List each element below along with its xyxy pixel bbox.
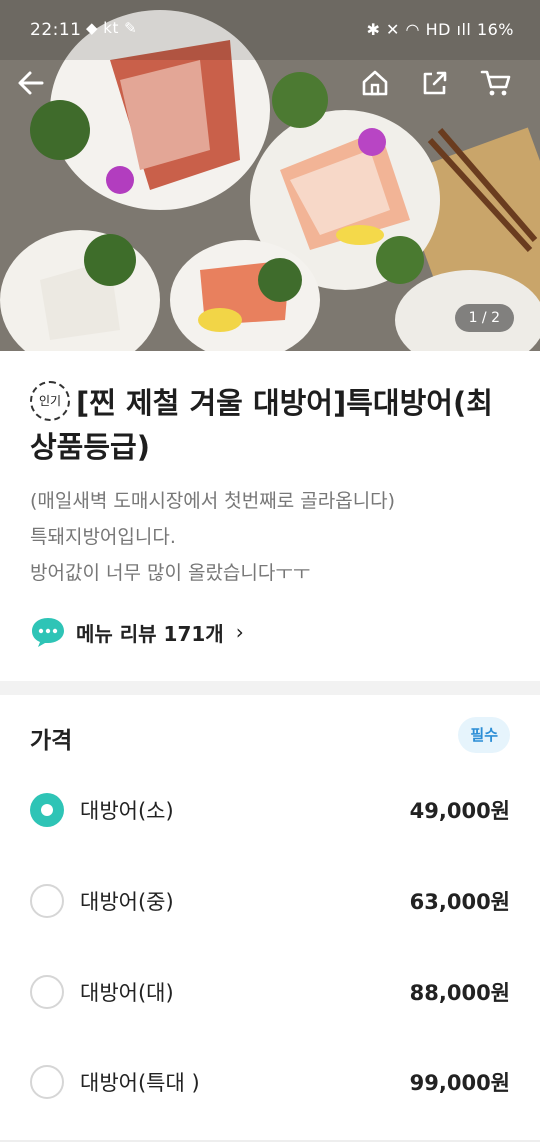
bottom-divider bbox=[0, 1140, 540, 1142]
chat-bubble-icon bbox=[32, 618, 64, 647]
back-arrow-icon bbox=[18, 71, 44, 95]
cart-icon bbox=[480, 70, 511, 96]
price-option-extra-large[interactable]: 대방어(특대 ) 99,000원 bbox=[30, 1057, 510, 1107]
price-option-medium[interactable]: 대방어(중) 63,000원 bbox=[30, 876, 510, 926]
radio-unselected-icon[interactable] bbox=[30, 884, 64, 918]
price-option-large[interactable]: 대방어(대) 88,000원 bbox=[30, 967, 510, 1017]
share-button[interactable] bbox=[420, 68, 464, 112]
menu-review-label: 메뉴 리뷰 171개 bbox=[76, 621, 224, 646]
price-title: 가격 bbox=[30, 728, 73, 754]
option-label: 대방어(소) bbox=[80, 799, 174, 823]
share-icon bbox=[423, 71, 447, 95]
section-divider bbox=[0, 681, 540, 695]
price-option-small[interactable]: 대방어(소) 49,000원 bbox=[30, 785, 510, 835]
status-notification-icons: ◆ kt ✎ bbox=[86, 19, 138, 37]
required-badge: 필수 bbox=[458, 717, 510, 753]
status-bar: 22:11 ◆ kt ✎ ✱ ✕ ◠ HD ıll 16% bbox=[0, 0, 540, 58]
home-icon bbox=[362, 70, 388, 96]
option-price: 99,000원 bbox=[409, 1071, 510, 1095]
option-label: 대방어(특대 ) bbox=[80, 1071, 200, 1095]
radio-selected-icon[interactable] bbox=[30, 793, 64, 827]
product-info: 인기 [찐 제철 겨울 대방어]특대방어(최상품등급) (매일새벽 도매시장에서 … bbox=[0, 351, 540, 681]
option-price: 63,000원 bbox=[409, 890, 510, 914]
radio-unselected-icon[interactable] bbox=[30, 1065, 64, 1099]
price-section: 가격 필수 대방어(소) 49,000원 대방어(중) 63,000원 대방어(… bbox=[0, 695, 540, 1145]
option-price: 49,000원 bbox=[409, 799, 510, 823]
back-button[interactable] bbox=[16, 68, 60, 112]
option-label: 대방어(중) bbox=[80, 890, 174, 914]
option-price: 88,000원 bbox=[409, 981, 510, 1005]
top-navigation bbox=[0, 58, 540, 122]
image-counter: 1 / 2 bbox=[454, 304, 514, 332]
option-label: 대방어(대) bbox=[80, 981, 174, 1005]
menu-review-link[interactable]: 메뉴 리뷰 171개 › bbox=[30, 615, 244, 649]
home-button[interactable] bbox=[360, 68, 404, 112]
cart-button[interactable] bbox=[480, 68, 524, 112]
popular-badge: 인기 bbox=[30, 381, 70, 421]
radio-unselected-icon[interactable] bbox=[30, 975, 64, 1009]
product-description: (매일새벽 도매시장에서 첫번째로 골라옵니다) 특돼지방어입니다. 방어값이 … bbox=[30, 490, 396, 584]
status-system-icons: ✱ ✕ ◠ HD ıll 16% bbox=[366, 20, 514, 39]
product-image[interactable]: 22:11 ◆ kt ✎ ✱ ✕ ◠ HD ıll 16% 1 / 2 bbox=[0, 0, 540, 351]
product-title-block: 인기 [찐 제철 겨울 대방어]특대방어(최상품등급) bbox=[30, 381, 510, 469]
chevron-right-icon: › bbox=[235, 620, 244, 644]
product-title: [찐 제철 겨울 대방어]특대방어(최상품등급) bbox=[30, 386, 493, 464]
status-time: 22:11 bbox=[30, 20, 82, 40]
